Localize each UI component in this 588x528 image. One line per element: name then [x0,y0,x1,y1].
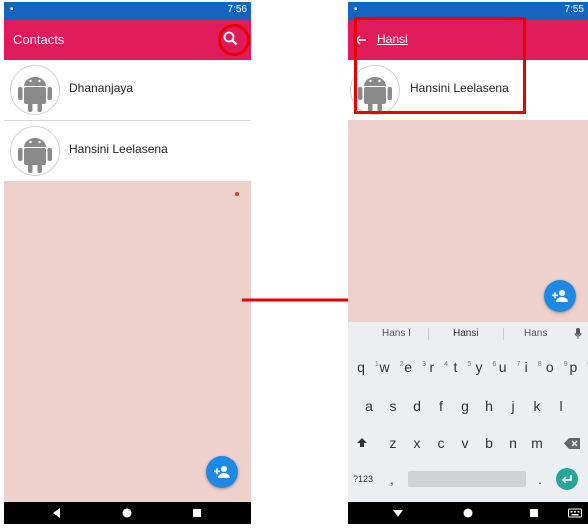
status-time: 7:55 [564,4,584,15]
notification-icon: ▪ [354,4,358,15]
home-icon[interactable] [462,507,474,519]
key-label: i [524,359,528,375]
key-f[interactable]: f [431,391,451,421]
back-icon[interactable] [51,507,63,519]
annotation-circle [218,24,250,56]
status-bar: ▪ 7:56 [4,2,251,20]
left-phone-screen: ▪ 7:56 Contacts Dhananjaya Hansini Leela… [4,2,251,524]
suggestion[interactable]: Hansi [453,328,479,339]
key-label: q [357,359,365,375]
status-time: 7:56 [227,4,247,15]
key-p[interactable]: p0 [563,352,588,382]
key-i[interactable]: i8 [516,352,542,382]
add-person-icon [552,290,568,302]
suggestion[interactable]: Hans [524,328,547,339]
shift-icon[interactable] [356,437,368,449]
recents-icon[interactable] [528,507,540,519]
suggestion-strip: Hans I Hansi Hans [348,322,588,346]
hide-keyboard-icon[interactable] [392,507,404,519]
key-s[interactable]: s [383,391,403,421]
indicator-dot [235,192,239,196]
key-label: p [569,359,578,375]
navigation-bar [4,502,251,524]
key-h[interactable]: h [479,391,499,421]
add-contact-button[interactable] [544,280,576,312]
key-u[interactable]: u7 [493,352,521,382]
key-q[interactable]: q1 [351,352,379,382]
enter-key[interactable] [556,468,578,490]
contact-row[interactable]: Dhananjaya [4,60,251,120]
key-n[interactable]: n [503,428,523,458]
divider [428,328,429,340]
key-label: e [404,359,413,375]
comma-key[interactable]: , [382,464,402,494]
page-title: Contacts [13,32,65,47]
key-j[interactable]: j [503,391,523,421]
key-label: r [429,359,435,375]
contact-row[interactable]: Hansini Leelasena [4,121,251,181]
annotation-rectangle [354,17,526,114]
key-label: u [498,359,507,375]
key-l[interactable]: l [551,391,571,421]
key-w[interactable]: w2 [375,352,404,382]
key-c[interactable]: c [431,428,451,458]
contact-name: Hansini Leelasena [69,142,168,156]
key-label: y [475,359,483,375]
key-b[interactable]: b [479,428,499,458]
recents-icon[interactable] [191,507,203,519]
key-v[interactable]: v [455,428,475,458]
android-icon [10,65,60,115]
key-x[interactable]: x [407,428,427,458]
key-k[interactable]: k [527,391,547,421]
navigation-bar [348,502,588,524]
keyboard-row-1: q1w2e3r4t5y6u7i8o9p0 [348,352,588,382]
backspace-icon[interactable] [564,438,580,449]
empty-list-area [4,181,251,502]
soft-keyboard: Hans I Hansi Hans q1w2e3r4t5y6u7i8o9p0 a… [348,322,588,502]
key-m[interactable]: m [527,428,547,458]
key-r[interactable]: r4 [422,352,448,382]
add-contact-button[interactable] [206,456,238,488]
key-t[interactable]: t5 [445,352,471,382]
notification-icon: ▪ [10,4,14,15]
period-key[interactable]: . [530,464,550,494]
home-icon[interactable] [121,507,133,519]
key-label: o [545,359,554,375]
space-key[interactable] [408,471,526,487]
keyboard-row-3: zxcvbnm [348,428,588,458]
key-d[interactable]: d [407,391,427,421]
key-g[interactable]: g [455,391,475,421]
key-a[interactable]: a [359,391,379,421]
key-label: t [453,359,458,375]
keyboard-row-2: asdfghjkl [348,391,588,421]
keyboard-switch-icon[interactable] [568,507,582,519]
keyboard-row-4: ?123 , . [348,464,588,494]
divider [503,328,504,340]
key-label: w [379,359,390,375]
suggestion[interactable]: Hans I [382,328,411,339]
contact-name: Dhananjaya [69,81,134,95]
enter-icon [561,475,572,484]
add-person-icon [214,466,230,478]
app-bar: Contacts [4,20,251,60]
key-y[interactable]: y6 [469,352,497,382]
symbols-key[interactable]: ?123 [351,464,375,494]
key-z[interactable]: z [383,428,403,458]
key-o[interactable]: o9 [540,352,568,382]
android-icon [10,126,60,176]
key-e[interactable]: e3 [398,352,426,382]
mic-icon[interactable] [574,328,582,340]
